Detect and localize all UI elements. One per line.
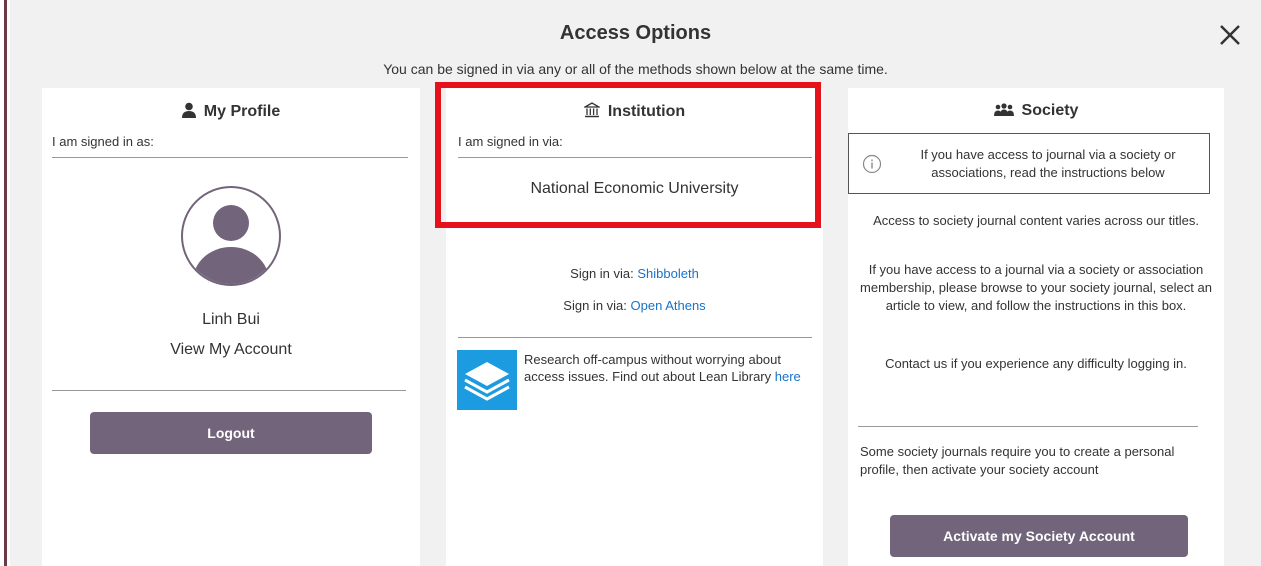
society-paragraph-4: Some society journals require you to cre… [860,444,1175,477]
institution-highlight-box [435,82,821,228]
profile-divider [52,157,408,158]
society-paragraph-2: If you have access to a journal via a so… [860,262,1212,313]
activate-society-account-button[interactable]: Activate my Society Account [890,515,1188,557]
society-heading: Society [848,102,1224,120]
open-athens-row: Sign in via: Open Athens [446,297,823,315]
lean-library-description: Research off-campus without worrying abo… [524,352,781,384]
profile-heading: My Profile [42,102,420,121]
group-icon [993,103,1014,116]
society-divider [858,426,1198,427]
logout-button[interactable]: Logout [90,412,372,454]
user-name: Linh Bui [202,311,260,328]
info-icon [862,154,882,174]
lean-library-link[interactable]: here [775,369,801,384]
avatar-icon [181,186,281,286]
profile-divider-2 [52,390,406,391]
profile-signed-in-label: I am signed in as: [52,134,154,149]
open-athens-prefix: Sign in via: [563,298,627,313]
close-icon[interactable] [1215,20,1245,50]
view-account-link[interactable]: View My Account [42,341,420,359]
dialog-title: Access Options [559,22,712,44]
window-edge [0,0,8,566]
profile-panel: My Profile I am signed in as: Linh Bui V… [42,88,420,566]
user-icon [181,102,196,118]
shibboleth-link[interactable]: Shibboleth [637,266,698,281]
access-options-dialog: Access Options You can be signed in via … [10,0,1261,566]
institution-divider-2 [458,337,812,338]
dialog-subtitle: You can be signed in via any or all of t… [383,61,888,77]
society-info-box: If you have access to journal via a soci… [848,133,1210,194]
society-heading-label: Society [1021,102,1079,119]
open-athens-link[interactable]: Open Athens [631,298,706,313]
society-paragraph-3: Contact us if you experience any difficu… [885,356,1187,371]
profile-heading-label: My Profile [203,103,281,120]
society-info-text: If you have access to journal via a soci… [920,147,1176,180]
lean-library-icon[interactable] [457,350,517,410]
society-paragraph-1: Access to society journal content varies… [873,213,1199,228]
shibboleth-prefix: Sign in via: [570,266,634,281]
shibboleth-row: Sign in via: Shibboleth [446,265,823,283]
lean-library-text: Research off-campus without worrying abo… [524,351,816,385]
society-panel: Society If you have access to journal vi… [848,88,1224,566]
